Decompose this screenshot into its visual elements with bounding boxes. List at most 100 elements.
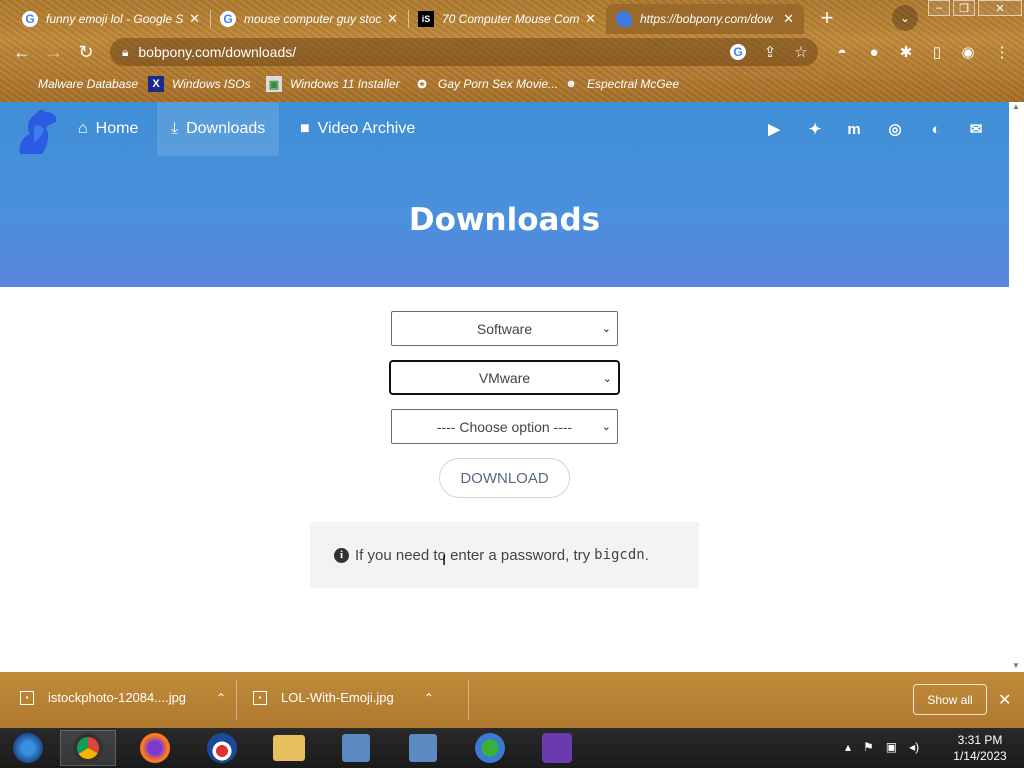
youtube-icon[interactable]: ▶ bbox=[764, 120, 784, 138]
taskbar-visual-studio[interactable] bbox=[529, 730, 585, 766]
lock-icon[interactable]: 🔒︎ bbox=[122, 45, 128, 60]
taskbar: ▴ ⚑ ▣ ◂) 3:31 PM 1/14/2023 bbox=[0, 728, 1024, 768]
minimize-button[interactable]: – bbox=[928, 0, 950, 16]
google-icon: G bbox=[220, 11, 236, 27]
bookmark-site[interactable]: ✪ Gay Porn Sex Movie... bbox=[414, 76, 558, 92]
network-icon[interactable]: ▣ bbox=[886, 740, 897, 754]
obama-logo-icon bbox=[207, 733, 237, 763]
profile-icon[interactable]: ◉ bbox=[958, 42, 978, 62]
star-icon[interactable]: ☆ bbox=[791, 42, 811, 62]
bookmark-espectral-mcgee[interactable]: ☻ Espectral McGee bbox=[563, 76, 679, 92]
flag-icon[interactable]: ⚑ bbox=[863, 740, 874, 754]
clock-date: 1/14/2023 bbox=[953, 749, 1007, 763]
taskbar-app-1[interactable] bbox=[328, 730, 384, 766]
window-close-button[interactable]: ✕ bbox=[978, 0, 1022, 16]
taskbar-app-2[interactable] bbox=[395, 730, 451, 766]
computer-icon bbox=[342, 734, 370, 762]
scrollbar[interactable]: ▲ ▼ bbox=[1009, 102, 1024, 672]
chevron-up-icon[interactable]: ⌃ bbox=[216, 691, 226, 705]
mail-icon[interactable]: ✉ bbox=[966, 120, 986, 138]
download-item[interactable]: ▪ istockphoto-12084....jpg ⌃ bbox=[20, 690, 226, 705]
computer-icon bbox=[409, 734, 437, 762]
nav-home[interactable]: ⌂ Home bbox=[64, 102, 152, 156]
avatar-icon: ☻ bbox=[565, 78, 577, 90]
bookmark-malware-database[interactable]: Malware Database bbox=[14, 76, 138, 92]
clock-time: 3:31 PM bbox=[957, 733, 1003, 747]
side-panel-icon[interactable]: ▯ bbox=[927, 42, 947, 62]
tab-funny-emoji[interactable]: G funny emoji lol - Google S ✕ bbox=[12, 4, 210, 34]
chevron-up-icon[interactable]: ⌃ bbox=[424, 691, 434, 705]
info-icon: i bbox=[334, 547, 349, 563]
hero-banner: ⌂ Home ⤓ Downloads ■ Video Archive ▶ ✦ m… bbox=[0, 102, 1009, 287]
extension-avatar-icon[interactable]: ● bbox=[864, 42, 884, 62]
product-select[interactable]: VMware ⌄ bbox=[389, 360, 620, 395]
info-text: If you need to enter a password, try bbox=[355, 546, 591, 564]
taskbar-explorer[interactable] bbox=[261, 730, 317, 766]
tab-istock[interactable]: iS 70 Computer Mouse Comp ✕ bbox=[408, 4, 606, 34]
taskbar-firefox[interactable] bbox=[127, 730, 183, 766]
twitter-icon[interactable]: ✦ bbox=[805, 120, 825, 138]
download-button[interactable]: DOWNLOAD bbox=[439, 458, 570, 498]
close-icon[interactable]: ✕ bbox=[189, 11, 200, 27]
scroll-down-icon[interactable]: ▼ bbox=[1012, 661, 1020, 670]
chevron-up-icon[interactable]: ▴ bbox=[845, 740, 851, 754]
discord-icon[interactable]: ◎ bbox=[885, 120, 905, 138]
show-all-button[interactable]: Show all bbox=[913, 684, 987, 715]
page-title: Downloads bbox=[408, 202, 601, 238]
nav-downloads[interactable]: ⤓ Downloads bbox=[157, 102, 280, 156]
divider bbox=[468, 680, 469, 720]
address-bar[interactable]: 🔒︎ bobpony.com/downloads/ bbox=[110, 38, 818, 66]
extension-flag-icon[interactable]: ◓ bbox=[832, 42, 852, 62]
chevron-down-icon: ⌄ bbox=[602, 373, 612, 385]
reload-button[interactable]: ↻ bbox=[74, 40, 98, 64]
download-icon: ⤓ bbox=[171, 120, 179, 137]
bookmark-windows-11-installer[interactable]: ▣ Windows 11 Installer bbox=[266, 76, 400, 92]
restore-button[interactable]: ❐ bbox=[953, 0, 975, 16]
close-icon[interactable]: ✕ bbox=[998, 690, 1011, 710]
bobpony-icon bbox=[616, 11, 632, 27]
video-icon: ■ bbox=[300, 120, 310, 137]
bookmarks-bar: Malware Database X Windows ISOs ▣ Window… bbox=[0, 72, 1024, 96]
new-tab-button[interactable]: + bbox=[815, 5, 839, 30]
taskbar-messenger[interactable] bbox=[462, 730, 518, 766]
tab-mouse-guy[interactable]: G mouse computer guy stock ✕ bbox=[210, 4, 408, 34]
share-icon[interactable]: ⇪ bbox=[760, 42, 780, 62]
taskbar-obama[interactable] bbox=[194, 730, 250, 766]
webpage: ⌂ Home ⤓ Downloads ■ Video Archive ▶ ✦ m… bbox=[0, 102, 1009, 672]
folder-icon bbox=[14, 76, 30, 92]
forward-button[interactable]: → bbox=[42, 40, 66, 64]
download-item[interactable]: ▪ LOL-With-Emoji.jpg ⌃ bbox=[253, 690, 434, 705]
chrome-icon bbox=[73, 733, 103, 763]
volume-icon[interactable]: ◂) bbox=[909, 740, 919, 754]
tab-bobpony[interactable]: https://bobpony.com/dow ✕ bbox=[606, 4, 804, 34]
site-icon: ✪ bbox=[417, 78, 427, 91]
start-button[interactable] bbox=[0, 730, 56, 766]
github-icon[interactable]: ◐ bbox=[926, 120, 946, 138]
menu-icon[interactable]: ⋮ bbox=[992, 42, 1012, 62]
back-button[interactable]: ← bbox=[10, 40, 34, 64]
taskbar-chrome[interactable] bbox=[60, 730, 116, 766]
close-icon[interactable]: ✕ bbox=[585, 11, 596, 27]
tab-search-button[interactable]: ⌄ bbox=[892, 5, 918, 31]
info-end: . bbox=[644, 546, 649, 564]
image-icon: ▣ bbox=[266, 76, 282, 92]
text-cursor-icon: I bbox=[442, 552, 447, 569]
extensions-puzzle-icon[interactable]: ✱ bbox=[896, 42, 916, 62]
close-icon[interactable]: ✕ bbox=[387, 11, 398, 27]
divider bbox=[236, 680, 237, 720]
google-lens-icon[interactable]: G bbox=[728, 42, 748, 62]
home-icon: ⌂ bbox=[78, 120, 88, 137]
bobpony-logo[interactable] bbox=[12, 106, 62, 156]
clock[interactable]: 3:31 PM 1/14/2023 bbox=[940, 732, 1020, 764]
system-tray: ▴ ⚑ ▣ ◂) bbox=[845, 740, 919, 754]
scroll-up-icon[interactable]: ▲ bbox=[1012, 102, 1020, 111]
nav-video-archive[interactable]: ■ Video Archive bbox=[286, 102, 429, 156]
folder-icon bbox=[273, 735, 305, 761]
mastodon-icon[interactable]: m bbox=[844, 120, 864, 138]
bookmark-windows-isos[interactable]: X Windows ISOs bbox=[148, 76, 251, 92]
option-select[interactable]: ---- Choose option ---- ⌄ bbox=[391, 409, 618, 444]
category-select[interactable]: Software ⌄ bbox=[391, 311, 618, 346]
url-text[interactable]: bobpony.com/downloads/ bbox=[138, 44, 296, 60]
close-icon[interactable]: ✕ bbox=[783, 11, 794, 27]
downloads-bar: ▪ istockphoto-12084....jpg ⌃ ▪ LOL-With-… bbox=[0, 672, 1024, 728]
